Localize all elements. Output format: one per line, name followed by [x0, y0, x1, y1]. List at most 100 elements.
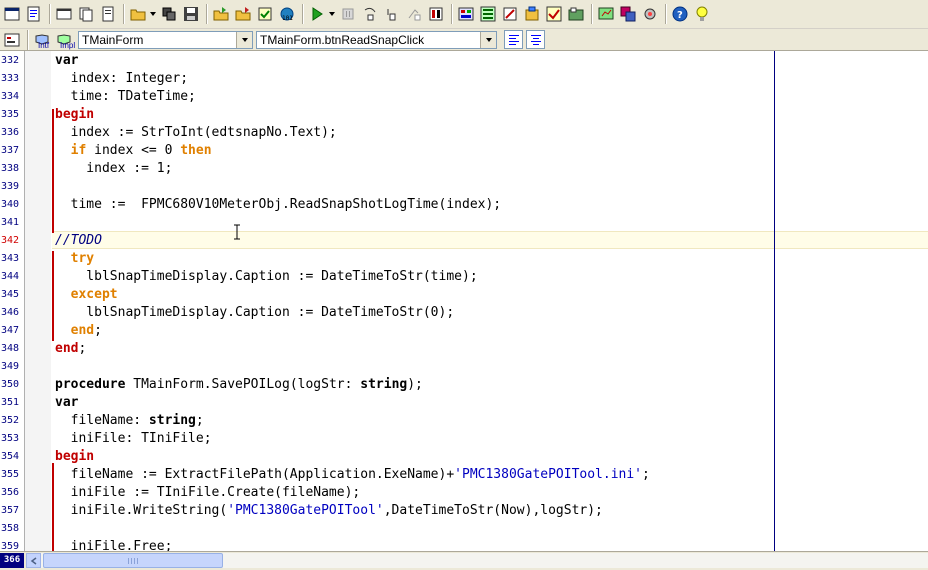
view-form-icon[interactable] — [24, 5, 43, 24]
code-token: 'PMC1380GatePOITool' — [227, 503, 384, 518]
translation-manager-icon[interactable] — [618, 5, 637, 24]
goto-implementation-button[interactable]: Impl — [54, 30, 75, 50]
pause-icon[interactable] — [338, 5, 357, 24]
class-combo-dropdown[interactable] — [236, 31, 252, 48]
code-token: lblSnapTimeDisplay.Caption := DateTimeTo… — [55, 269, 478, 284]
run-to-cursor-icon[interactable] — [426, 5, 445, 24]
line-number: 350 — [1, 379, 20, 390]
code-line[interactable]: end; — [55, 322, 102, 340]
line-number: 355 — [1, 469, 20, 480]
code-line[interactable]: procedure TMainForm.SavePOILog(logStr: s… — [55, 376, 423, 394]
save-icon[interactable] — [181, 5, 200, 24]
database-desktop-icon[interactable] — [566, 5, 585, 24]
goto-interface-button[interactable]: Intf — [32, 30, 51, 50]
line-number: 349 — [1, 361, 20, 372]
open-icon[interactable] — [128, 5, 147, 24]
component-palette-icon[interactable] — [522, 5, 541, 24]
new-form-icon[interactable] — [76, 5, 95, 24]
code-token: iniFile := TIniFile.Create(fileName); — [55, 485, 361, 500]
step-over-icon[interactable] — [382, 5, 401, 24]
code-line[interactable]: lblSnapTimeDisplay.Caption := DateTimeTo… — [55, 268, 478, 286]
project-manager-icon[interactable] — [456, 5, 475, 24]
code-line[interactable]: var — [55, 394, 78, 412]
code-line[interactable]: index := 1; — [55, 160, 172, 178]
code-line[interactable]: fileName := ExtractFilePath(Application.… — [55, 466, 650, 484]
code-token: var — [55, 395, 79, 410]
code-line[interactable]: index := StrToInt(edtsnapNo.Text); — [55, 124, 337, 142]
line-number: 348 — [1, 343, 20, 354]
code-line[interactable]: iniFile.Free; — [55, 538, 173, 551]
sync-right-button[interactable] — [526, 30, 545, 49]
open-dropdown[interactable] — [150, 5, 156, 24]
code-line[interactable]: begin — [55, 448, 94, 466]
run-icon[interactable] — [307, 5, 326, 24]
line-number: 332 — [1, 55, 20, 66]
code-explorer-icon[interactable] — [2, 30, 21, 49]
add-to-repository-icon[interactable] — [255, 5, 274, 24]
code-token: lblSnapTimeDisplay.Caption := DateTimeTo… — [55, 305, 455, 320]
code-line[interactable]: begin — [55, 106, 94, 124]
code-line[interactable]: //TODO — [55, 232, 102, 250]
code-line[interactable]: index: Integer; — [55, 70, 188, 88]
scroll-thumb[interactable] — [43, 553, 223, 568]
view-unit-icon[interactable] — [2, 5, 21, 24]
chevron-down-icon — [150, 12, 156, 16]
class-combo[interactable]: TMainForm — [78, 30, 253, 49]
new-component-icon[interactable] — [544, 5, 563, 24]
method-combo-dropdown[interactable] — [480, 31, 496, 48]
code-line[interactable]: var — [55, 52, 78, 70]
trace-into-icon[interactable] — [360, 5, 379, 24]
editor-status-bar: 366 — [0, 551, 928, 570]
line-number: 343 — [1, 253, 20, 264]
code-line[interactable]: lblSnapTimeDisplay.Caption := DateTimeTo… — [55, 304, 454, 322]
environment-options-icon[interactable] — [640, 5, 659, 24]
add-file-icon[interactable] — [98, 5, 117, 24]
code-line[interactable]: iniFile: TIniFile; — [55, 430, 212, 448]
code-line[interactable]: except — [55, 286, 118, 304]
code-line[interactable]: fileName: string; — [55, 412, 204, 430]
line-number: 339 — [1, 181, 20, 192]
remove-file-icon[interactable] — [233, 5, 252, 24]
line-number: 352 — [1, 415, 20, 426]
code-token: iniFile: TIniFile; — [55, 431, 212, 446]
code-line[interactable]: iniFile.WriteString('PMC1380GatePOITool'… — [55, 502, 603, 520]
line-number: 342 — [1, 235, 20, 246]
scroll-left-button[interactable] — [26, 553, 41, 568]
toolbar-separator — [206, 4, 208, 24]
compile-icon[interactable]: 101 — [277, 5, 296, 24]
run-dropdown[interactable] — [329, 5, 335, 24]
main-toolbar: 101 ? — [0, 0, 928, 29]
line-number-gutter: 332 333 334 335 336 337 338 339 340 341 342 343 344 3… — [0, 51, 25, 551]
help-icon[interactable]: ? — [670, 5, 689, 24]
code-line[interactable]: end; — [55, 340, 86, 358]
trace-to-source-icon[interactable] — [404, 5, 423, 24]
code-token: index := 1; — [55, 161, 173, 176]
toggle-form-unit-icon[interactable] — [54, 5, 73, 24]
code-line[interactable]: time: TDateTime; — [55, 88, 196, 106]
line-number: 337 — [1, 145, 20, 156]
sync-left-button[interactable] — [504, 30, 523, 49]
code-token: //TODO — [55, 233, 102, 248]
method-combo[interactable]: TMainForm.btnReadSnapClick — [256, 30, 497, 49]
line-number: 345 — [1, 289, 20, 300]
save-all-icon[interactable] — [211, 5, 230, 24]
code-line[interactable]: iniFile := TIniFile.Create(fileName); — [55, 484, 361, 502]
code-editor[interactable]: 332 333 334 335 336 337 338 339 340 341 342 343 344 3… — [0, 51, 928, 551]
open-project-icon[interactable] — [159, 5, 178, 24]
toolbar-separator — [591, 4, 593, 24]
sql-monitor-icon[interactable] — [596, 5, 615, 24]
toolbar-separator — [451, 4, 453, 24]
form-designer-icon[interactable] — [500, 5, 519, 24]
breakpoint-gutter[interactable] — [25, 51, 51, 551]
code-line[interactable]: if index <= 0 then — [55, 142, 212, 160]
code-line[interactable]: time := FPMC680V10MeterObj.ReadSnapShotL… — [55, 196, 501, 214]
tip-icon[interactable] — [692, 5, 711, 24]
horizontal-scrollbar[interactable] — [26, 553, 928, 568]
code-line[interactable]: try — [55, 250, 94, 268]
code-token: if — [70, 143, 87, 158]
toolbar-separator — [27, 29, 29, 50]
line-number: 356 — [1, 487, 20, 498]
object-inspector-icon[interactable] — [478, 5, 497, 24]
